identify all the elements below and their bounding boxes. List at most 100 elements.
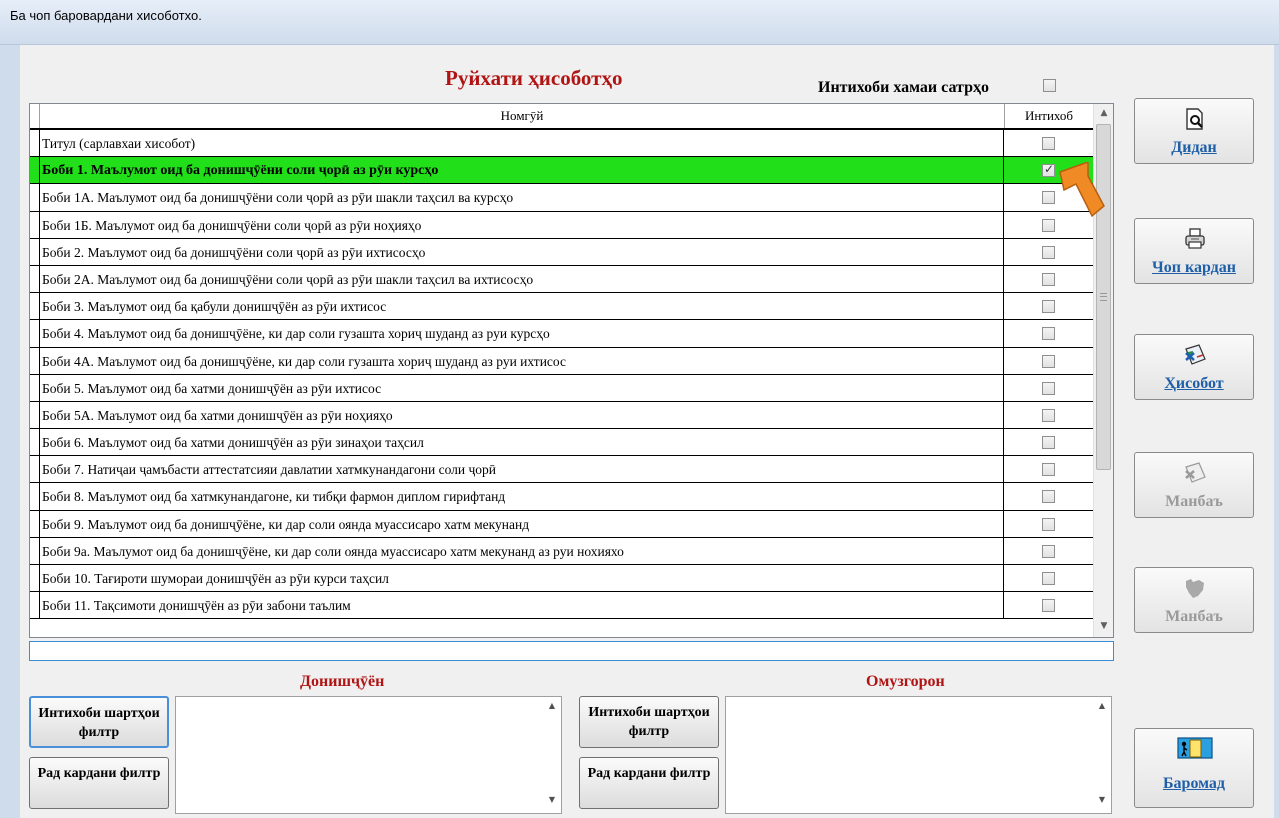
select-cell[interactable] (1006, 130, 1092, 156)
table-row[interactable]: Боби 3. Маълумот оид ба қабули донишҷӯён… (30, 293, 1094, 321)
row-select-checkbox[interactable] (1042, 463, 1055, 477)
row-indicator[interactable] (30, 510, 40, 537)
source-button-1[interactable]: Манбаъ (1134, 452, 1254, 518)
table-row[interactable]: Боби 4. Маълумот оид ба донишҷӯёне, ки д… (30, 320, 1094, 348)
report-name-cell[interactable]: Боби 1. Маълумот оид ба донишҷӯёни соли … (42, 157, 1004, 184)
print-button[interactable]: Чоп кардан (1134, 218, 1254, 284)
students-filter-scrollbar[interactable]: ▲ ▼ (543, 697, 561, 813)
row-indicator[interactable] (30, 374, 40, 401)
select-cell[interactable] (1006, 592, 1092, 618)
select-cell[interactable] (1006, 320, 1092, 346)
report-name-cell[interactable]: Боби 6. Маълумот оид ба хатми донишҷӯён … (42, 429, 1004, 456)
report-name-cell[interactable]: Боби 2. Маълумот оид ба донишҷӯёни соли … (42, 238, 1004, 265)
row-indicator[interactable] (30, 347, 40, 374)
column-header-select[interactable]: Интихоб (1006, 104, 1092, 128)
exit-button[interactable]: Баромад (1134, 728, 1254, 808)
report-name-cell[interactable]: Боби 7. Натиҷаи ҷамъбасти аттестатсияи д… (42, 456, 1004, 483)
row-select-checkbox[interactable] (1042, 327, 1055, 341)
row-select-checkbox[interactable] (1042, 191, 1055, 205)
scroll-up-arrow-icon[interactable]: ▲ (1094, 104, 1113, 122)
row-select-checkbox[interactable] (1042, 517, 1055, 531)
row-select-checkbox[interactable] (1042, 218, 1055, 232)
table-row[interactable]: Боби 4А. Маълумот оид ба донишҷӯёне, ки … (30, 347, 1094, 375)
table-row[interactable]: Боби 2. Маълумот оид ба донишҷӯёни соли … (30, 238, 1094, 266)
select-cell[interactable] (1006, 456, 1092, 482)
scroll-up-arrow-icon[interactable]: ▲ (1093, 701, 1111, 715)
report-name-cell[interactable]: Боби 3. Маълумот оид ба қабули донишҷӯён… (42, 293, 1004, 320)
scroll-down-arrow-icon[interactable]: ▼ (1093, 795, 1111, 809)
report-name-cell[interactable]: Боби 1А. Маълумот оид ба донишҷӯёни соли… (42, 184, 1004, 211)
row-indicator[interactable] (30, 293, 40, 320)
report-name-cell[interactable]: Боби 4А. Маълумот оид ба донишҷӯёне, ки … (42, 347, 1004, 374)
row-indicator[interactable] (30, 565, 40, 592)
table-row[interactable]: Боби 6. Маълумот оид ба хатми донишҷӯён … (30, 429, 1094, 457)
report-name-cell[interactable]: Боби 2А. Маълумот оид ба донишҷӯёни соли… (42, 265, 1004, 293)
row-select-checkbox[interactable] (1042, 137, 1055, 150)
row-select-checkbox[interactable] (1042, 300, 1055, 314)
row-indicator[interactable] (30, 157, 40, 184)
row-indicator[interactable] (30, 211, 40, 238)
table-row[interactable]: Боби 7. Натиҷаи ҷамъбасти аттестатсияи д… (30, 456, 1094, 484)
table-row[interactable]: Боби 2А. Маълумот оид ба донишҷӯёни соли… (30, 265, 1094, 294)
row-select-checkbox[interactable] (1042, 381, 1055, 395)
source-button-2[interactable]: Манбаъ (1134, 567, 1254, 633)
table-row[interactable]: Боби 11. Тақсимоти донишҷӯён аз рӯи забо… (30, 592, 1094, 620)
report-name-cell[interactable]: Боби 11. Тақсимоти донишҷӯён аз рӯи забо… (42, 592, 1004, 619)
report-name-cell[interactable]: Боби 4. Маълумот оид ба донишҷӯёне, ки д… (42, 320, 1004, 347)
row-indicator[interactable] (30, 130, 40, 157)
report-name-cell[interactable]: Боби 8. Маълумот оид ба хатмкунандагоне,… (42, 483, 1004, 510)
select-cell[interactable] (1006, 293, 1092, 319)
row-select-checkbox[interactable] (1042, 544, 1055, 558)
select-cell[interactable] (1006, 483, 1092, 509)
row-indicator[interactable] (30, 483, 40, 510)
row-select-checkbox[interactable] (1042, 245, 1055, 259)
table-row[interactable]: Титул (сарлавхаи хисобот) (30, 130, 1094, 158)
row-indicator[interactable] (30, 537, 40, 564)
row-indicator[interactable] (30, 320, 40, 347)
row-select-checkbox[interactable] (1042, 354, 1055, 368)
row-select-checkbox[interactable] (1042, 599, 1055, 613)
row-indicator[interactable] (30, 265, 40, 293)
report-name-cell[interactable]: Боби 5А. Маълумот оид ба хатми донишҷӯён… (42, 401, 1004, 429)
select-cell[interactable] (1006, 511, 1092, 537)
scroll-down-arrow-icon[interactable]: ▼ (1094, 617, 1113, 635)
table-row[interactable]: Боби 1А. Маълумот оид ба донишҷӯёни соли… (30, 184, 1094, 212)
row-select-checkbox[interactable] (1042, 272, 1055, 286)
select-cell[interactable] (1006, 375, 1092, 401)
table-row[interactable]: Боби 9а. Маълумот оид ба донишҷӯёне, ки … (30, 537, 1094, 565)
view-button[interactable]: Дидан (1134, 98, 1254, 164)
table-row[interactable]: Боби 5А. Маълумот оид ба хатми донишҷӯён… (30, 401, 1094, 430)
report-button[interactable]: Ҳисобот (1134, 334, 1254, 400)
row-indicator[interactable] (30, 184, 40, 211)
select-cell[interactable] (1006, 348, 1092, 374)
table-row[interactable]: Боби 9. Маълумот оид ба донишҷӯёне, ки д… (30, 510, 1094, 538)
row-select-checkbox[interactable] (1042, 490, 1055, 504)
select-cell[interactable] (1006, 429, 1092, 455)
students-select-filter-button[interactable]: Интихоби шартҳои филтр (29, 696, 169, 748)
row-select-checkbox[interactable] (1042, 436, 1055, 450)
row-indicator[interactable] (30, 238, 40, 265)
teachers-clear-filter-button[interactable]: Рад кардани филтр (579, 757, 719, 809)
scroll-up-arrow-icon[interactable]: ▲ (543, 701, 561, 715)
row-indicator[interactable] (30, 401, 40, 429)
report-name-cell[interactable]: Боби 9а. Маълумот оид ба донишҷӯёне, ки … (42, 537, 1004, 564)
row-indicator[interactable] (30, 456, 40, 483)
report-name-cell[interactable]: Боби 5. Маълумот оид ба хатми донишҷӯён … (42, 374, 1004, 401)
students-filter-textbox[interactable]: ▲ ▼ (175, 696, 562, 814)
report-name-cell[interactable]: Титул (сарлавхаи хисобот) (42, 130, 1004, 157)
row-select-checkbox[interactable] (1042, 572, 1055, 585)
table-row[interactable]: Боби 1. Маълумот оид ба донишҷӯёни соли … (30, 157, 1094, 185)
teachers-filter-textbox[interactable]: ▲ ▼ (725, 696, 1112, 814)
teachers-select-filter-button[interactable]: Интихоби шартҳои филтр (579, 696, 719, 748)
select-cell[interactable] (1006, 239, 1092, 265)
table-row[interactable]: Боби 10. Тағироти шумораи донишҷӯён аз р… (30, 565, 1094, 593)
students-clear-filter-button[interactable]: Рад кардани филтр (29, 757, 169, 809)
teachers-filter-scrollbar[interactable]: ▲ ▼ (1093, 697, 1111, 813)
row-select-checkbox[interactable] (1042, 162, 1055, 178)
select-cell[interactable] (1006, 402, 1092, 428)
table-row[interactable]: Боби 5. Маълумот оид ба хатми донишҷӯён … (30, 374, 1094, 402)
report-name-cell[interactable]: Боби 1Б. Маълумот оид ба донишҷӯёни соли… (42, 211, 1004, 238)
row-select-checkbox[interactable] (1042, 408, 1055, 422)
row-indicator[interactable] (30, 429, 40, 456)
select-cell[interactable] (1006, 565, 1092, 591)
